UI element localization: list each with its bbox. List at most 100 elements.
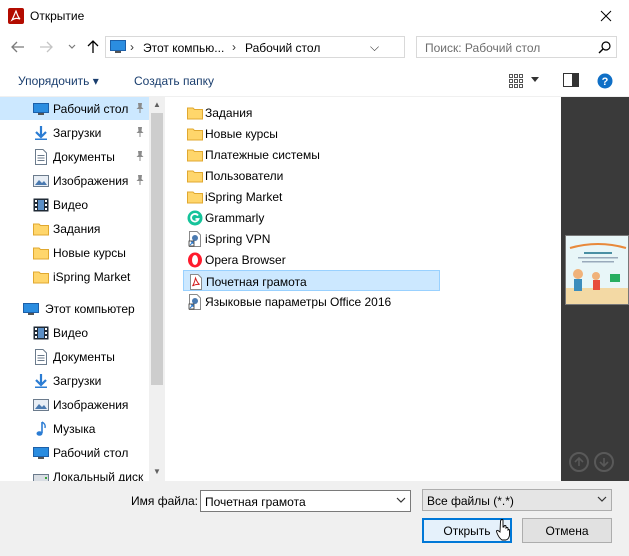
- recent-locations-button[interactable]: [64, 39, 80, 55]
- sidebar-item-quick-access[interactable]: Рабочий стол: [0, 97, 150, 120]
- desktop-icon: [33, 101, 49, 117]
- window-title: Открытие: [30, 9, 85, 23]
- search-box[interactable]: Поиск: Рабочий стол: [416, 36, 617, 58]
- sidebar-item-this-pc-child[interactable]: Загрузки: [0, 369, 150, 392]
- video-icon: [33, 197, 49, 213]
- help-icon[interactable]: ?: [597, 73, 613, 89]
- folder-icon: [187, 189, 203, 205]
- scrollbar-thumb[interactable]: [151, 113, 163, 385]
- computer-icon: [110, 40, 126, 53]
- file-list-item[interactable]: Языковые параметры Office 2016: [183, 291, 440, 312]
- search-input[interactable]: Поиск: Рабочий стол: [425, 41, 540, 55]
- file-list-item[interactable]: iSpring Market: [183, 186, 440, 207]
- sidebar-item-this-pc-child[interactable]: Локальный диск: [0, 465, 150, 481]
- file-name: Платежные системы: [205, 148, 320, 162]
- folder-icon: [33, 245, 49, 261]
- sidebar-item-label: Задания: [53, 222, 101, 236]
- sidebar-item-quick-access[interactable]: Новые курсы: [0, 241, 150, 264]
- up-button[interactable]: [85, 39, 101, 55]
- download-icon: [33, 125, 49, 141]
- sidebar-item-this-pc-child[interactable]: Рабочий стол: [0, 441, 150, 464]
- file-name: iSpring Market: [205, 190, 283, 204]
- organize-button[interactable]: Упорядочить ▾: [18, 74, 99, 88]
- close-button[interactable]: [583, 0, 629, 31]
- file-list-item[interactable]: Почетная грамота: [183, 270, 440, 291]
- shortcut-icon: [187, 294, 203, 310]
- file-list-item[interactable]: Платежные системы: [183, 144, 440, 165]
- forward-button[interactable]: [38, 39, 54, 55]
- address-bar-row: › Этот компью... › Рабочий стол ⌵ Поиск:…: [0, 31, 629, 65]
- chevron-down-icon: [597, 496, 607, 502]
- file-list-item[interactable]: iSpring VPN: [183, 228, 440, 249]
- arrow-down-icon: [599, 458, 609, 467]
- filename-input[interactable]: Почетная грамота: [205, 495, 306, 509]
- file-name: Grammarly: [205, 211, 265, 225]
- file-list-item[interactable]: Новые курсы: [183, 123, 440, 144]
- preview-previous-button[interactable]: [569, 452, 589, 472]
- sidebar-item-this-pc-child[interactable]: Видео: [0, 321, 150, 344]
- file-list[interactable]: Задания Новые курсы Платежные системы По…: [167, 97, 561, 481]
- view-grid-icon[interactable]: [508, 73, 524, 89]
- file-type-value: Все файлы (*.*): [427, 494, 514, 508]
- folder-icon: [33, 221, 49, 237]
- file-type-select[interactable]: Все файлы (*.*): [422, 489, 612, 511]
- sidebar-item-label: Видео: [53, 326, 89, 340]
- file-list-item[interactable]: Пользователи: [183, 165, 440, 186]
- sidebar-item-this-pc[interactable]: Этот компьютер: [0, 297, 150, 320]
- opera-icon: [187, 252, 203, 268]
- sidebar-item-label: Загрузки: [53, 126, 102, 140]
- certificate-illustration: [566, 236, 628, 304]
- sidebar-item-quick-access[interactable]: Видео: [0, 193, 150, 216]
- pictures-icon: [33, 397, 49, 413]
- address-box[interactable]: › Этот компью... › Рабочий стол ⌵: [105, 36, 503, 58]
- preview-pane: [561, 97, 629, 481]
- filename-label: Имя файла:: [131, 494, 198, 508]
- navigation-scrollbar[interactable]: ▲ ▼: [149, 97, 165, 481]
- new-folder-button[interactable]: Создать папку: [134, 74, 214, 88]
- breadcrumb-desktop[interactable]: Рабочий стол: [245, 41, 320, 55]
- documents-icon: [33, 349, 49, 365]
- sidebar-item-quick-access[interactable]: iSpring Market: [0, 265, 150, 288]
- sidebar-item-this-pc-child[interactable]: Изображения: [0, 393, 150, 416]
- view-options-caret-icon[interactable]: [531, 77, 539, 83]
- close-icon: [600, 10, 612, 21]
- sidebar-item-quick-access[interactable]: Задания: [0, 217, 150, 240]
- sidebar-item-label: Изображения: [53, 398, 129, 412]
- crumb-separator: ›: [130, 40, 134, 54]
- svg-text:?: ?: [602, 76, 609, 88]
- video-icon: [33, 325, 49, 341]
- sidebar-item-quick-access[interactable]: Загрузки: [0, 121, 150, 144]
- address-dropdown-button[interactable]: ⌵: [370, 40, 379, 55]
- music-icon: [33, 421, 49, 437]
- file-name: Новые курсы: [205, 127, 278, 141]
- preview-next-button[interactable]: [594, 452, 614, 472]
- download-icon: [33, 373, 49, 389]
- disk-icon: [33, 469, 49, 481]
- chevron-down-icon[interactable]: [396, 495, 406, 505]
- sidebar-item-this-pc-child[interactable]: Документы: [0, 345, 150, 368]
- desktop-icon: [33, 445, 49, 461]
- mouse-cursor-icon: [496, 519, 510, 541]
- file-list-item[interactable]: Opera Browser: [183, 249, 440, 270]
- breadcrumb-this-pc[interactable]: Этот компью...: [143, 41, 224, 55]
- sidebar-item-label: iSpring Market: [53, 270, 131, 284]
- arrow-up-icon: [574, 457, 584, 466]
- scroll-down-arrow[interactable]: ▼: [153, 467, 161, 476]
- navigation-pane[interactable]: Рабочий стол Загрузки Документы Изображе…: [0, 97, 165, 481]
- file-list-item[interactable]: Задания: [183, 102, 440, 123]
- file-name: iSpring VPN: [205, 232, 271, 246]
- back-button[interactable]: [10, 39, 26, 55]
- sidebar-item-label: Этот компьютер: [45, 302, 135, 316]
- cancel-button[interactable]: Отмена: [522, 518, 612, 543]
- pictures-icon: [33, 173, 49, 189]
- folder-icon: [33, 269, 49, 285]
- dialog-footer: Имя файла: Почетная грамота Все файлы (*…: [0, 481, 629, 556]
- filename-combobox[interactable]: Почетная грамота: [200, 490, 411, 512]
- sidebar-item-quick-access[interactable]: Изображения: [0, 169, 150, 192]
- scroll-up-arrow[interactable]: ▲: [153, 100, 161, 109]
- preview-pane-icon[interactable]: [563, 73, 579, 87]
- folder-icon: [187, 168, 203, 184]
- sidebar-item-quick-access[interactable]: Документы: [0, 145, 150, 168]
- sidebar-item-this-pc-child[interactable]: Музыка: [0, 417, 150, 440]
- file-list-item[interactable]: Grammarly: [183, 207, 440, 228]
